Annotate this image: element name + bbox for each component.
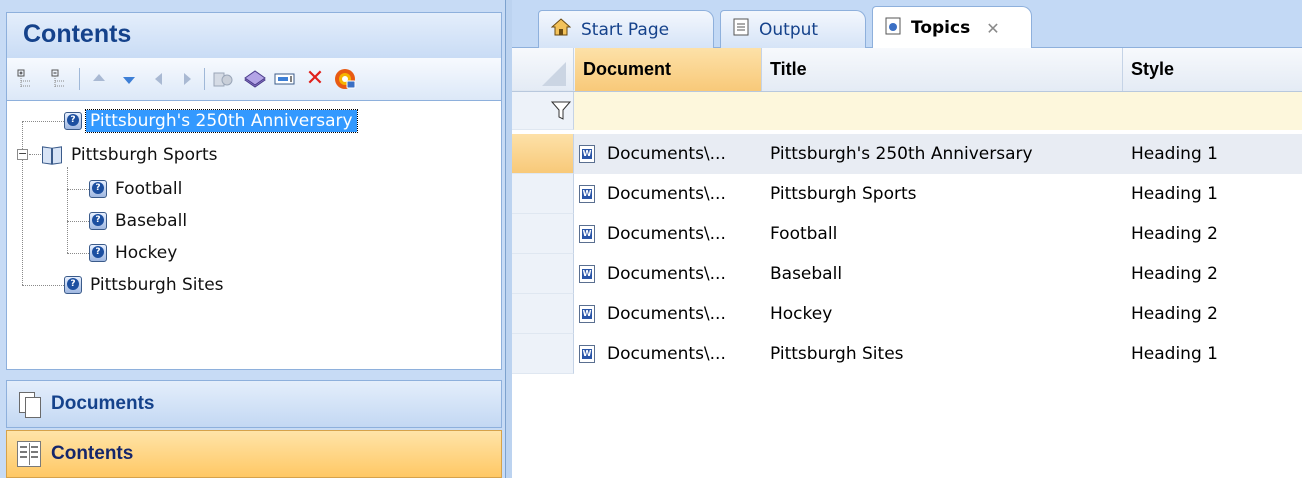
help-topic-icon[interactable] [333,67,357,91]
move-up-icon[interactable] [87,67,111,91]
row-header[interactable] [512,134,574,174]
tab-strip: Start Page Output Topics ✕ [512,0,1302,49]
row-header[interactable] [512,334,574,374]
column-header-title[interactable]: Title [762,48,1122,91]
row-header[interactable] [512,214,574,254]
filter-row[interactable] [512,92,1302,130]
help-topic-icon [89,244,107,262]
row-header[interactable] [512,174,574,214]
tree-item-label: Hockey [115,243,178,263]
cell-style: Heading 1 [1131,144,1218,164]
tree-item-hockey[interactable]: Hockey [89,239,181,267]
tree-item-label: Baseball [115,211,188,231]
documents-icon [17,391,41,418]
tree-item-label: Pittsburgh Sports [71,145,218,165]
home-icon [550,18,572,41]
tree-item-label: Pittsburgh's 250th Anniversary [85,109,358,133]
nav-label: Documents [51,393,155,414]
column-header-document[interactable]: Document [575,48,761,91]
cell-title: Baseball [770,264,843,284]
cell-title: Pittsburgh Sites [770,344,904,364]
tree-item-anniversary[interactable]: Pittsburgh's 250th Anniversary [64,107,358,135]
row-header[interactable] [512,254,574,294]
column-header-style[interactable]: Style [1123,48,1302,91]
cell-title: Hockey [770,304,833,324]
contents-panel: Contents ✕ − Pittsburgh's 250t [0,0,506,478]
word-document-icon [579,305,595,323]
document-area: Start Page Output Topics ✕ Document Titl… [512,0,1302,478]
tab-output[interactable]: Output [720,10,866,48]
tab-label: Topics [911,18,971,38]
tab-topics[interactable]: Topics ✕ [872,6,1032,49]
cell-title: Pittsburgh's 250th Anniversary [770,144,1033,164]
cell-title: Football [770,224,838,244]
collapse-all-icon[interactable] [47,67,71,91]
table-row[interactable]: Documents\... Baseball Heading 2 [512,254,1302,294]
help-topic-icon [64,112,82,130]
open-book-icon [41,146,63,164]
cell-document: Documents\... [575,174,761,214]
tree-item-label: Football [115,179,183,199]
cell-style: Heading 2 [1131,224,1218,244]
word-document-icon [579,185,595,203]
topic-icon [885,17,901,40]
tree-item-sites[interactable]: Pittsburgh Sites [64,271,228,299]
move-right-icon[interactable] [175,67,199,91]
nav-label: Contents [51,443,134,464]
word-document-icon [579,145,595,163]
tree-item-baseball[interactable]: Baseball [89,207,191,235]
tab-start-page[interactable]: Start Page [538,10,714,48]
cell-title: Pittsburgh Sports [770,184,917,204]
output-icon [733,18,749,41]
delete-icon[interactable]: ✕ [303,67,327,91]
filter-row-header [512,92,574,130]
table-row[interactable]: Documents\... Hockey Heading 2 [512,294,1302,334]
tab-label: Output [759,19,819,40]
cell-document: Documents\... [575,254,761,294]
cell-style: Heading 1 [1131,344,1218,364]
move-down-icon[interactable] [117,67,141,91]
nav-documents-button[interactable]: Documents [6,380,502,428]
cell-document: Documents\... [575,214,761,254]
cell-document: Documents\... [575,294,761,334]
nav-contents-button[interactable]: Contents [6,430,502,478]
close-tab-icon[interactable]: ✕ [986,19,999,38]
help-topic-icon [89,180,107,198]
contents-toolbar: ✕ [6,58,502,100]
grid-header-row: Document Title Style [512,48,1302,92]
row-header[interactable] [512,294,574,334]
contents-icon [17,441,41,467]
cell-document: Documents\... [575,334,761,374]
word-document-icon [579,345,595,363]
contents-panel-header: Contents [6,12,502,58]
help-topic-icon [64,276,82,294]
select-all-corner[interactable] [512,48,574,91]
tree-item-football[interactable]: Football [89,175,186,203]
table-row[interactable]: Documents\... Football Heading 2 [512,214,1302,254]
cell-style: Heading 1 [1131,184,1218,204]
move-left-icon[interactable] [147,67,171,91]
panel-title: Contents [23,20,132,48]
table-row[interactable]: Documents\... Pittsburgh Sites Heading 1 [512,334,1302,374]
rename-icon[interactable] [273,67,297,91]
tree-item-label: Pittsburgh Sites [90,275,224,295]
tree-item-sports[interactable]: Pittsburgh Sports [41,141,222,169]
cell-document: Documents\... [575,134,761,174]
collapse-toggle[interactable]: − [17,148,28,160]
word-document-icon [579,225,595,243]
expand-all-icon[interactable] [13,67,37,91]
book-icon[interactable] [243,67,267,91]
contents-tree: − Pittsburgh's 250th Anniversary Pittsbu… [6,100,502,370]
table-row[interactable]: Documents\... Pittsburgh's 250th Anniver… [512,134,1302,174]
table-row[interactable]: Documents\... Pittsburgh Sports Heading … [512,174,1302,214]
help-topic-icon [89,212,107,230]
cell-style: Heading 2 [1131,264,1218,284]
cell-style: Heading 2 [1131,304,1218,324]
properties-icon[interactable] [211,67,235,91]
tab-label: Start Page [581,19,670,40]
word-document-icon [579,265,595,283]
